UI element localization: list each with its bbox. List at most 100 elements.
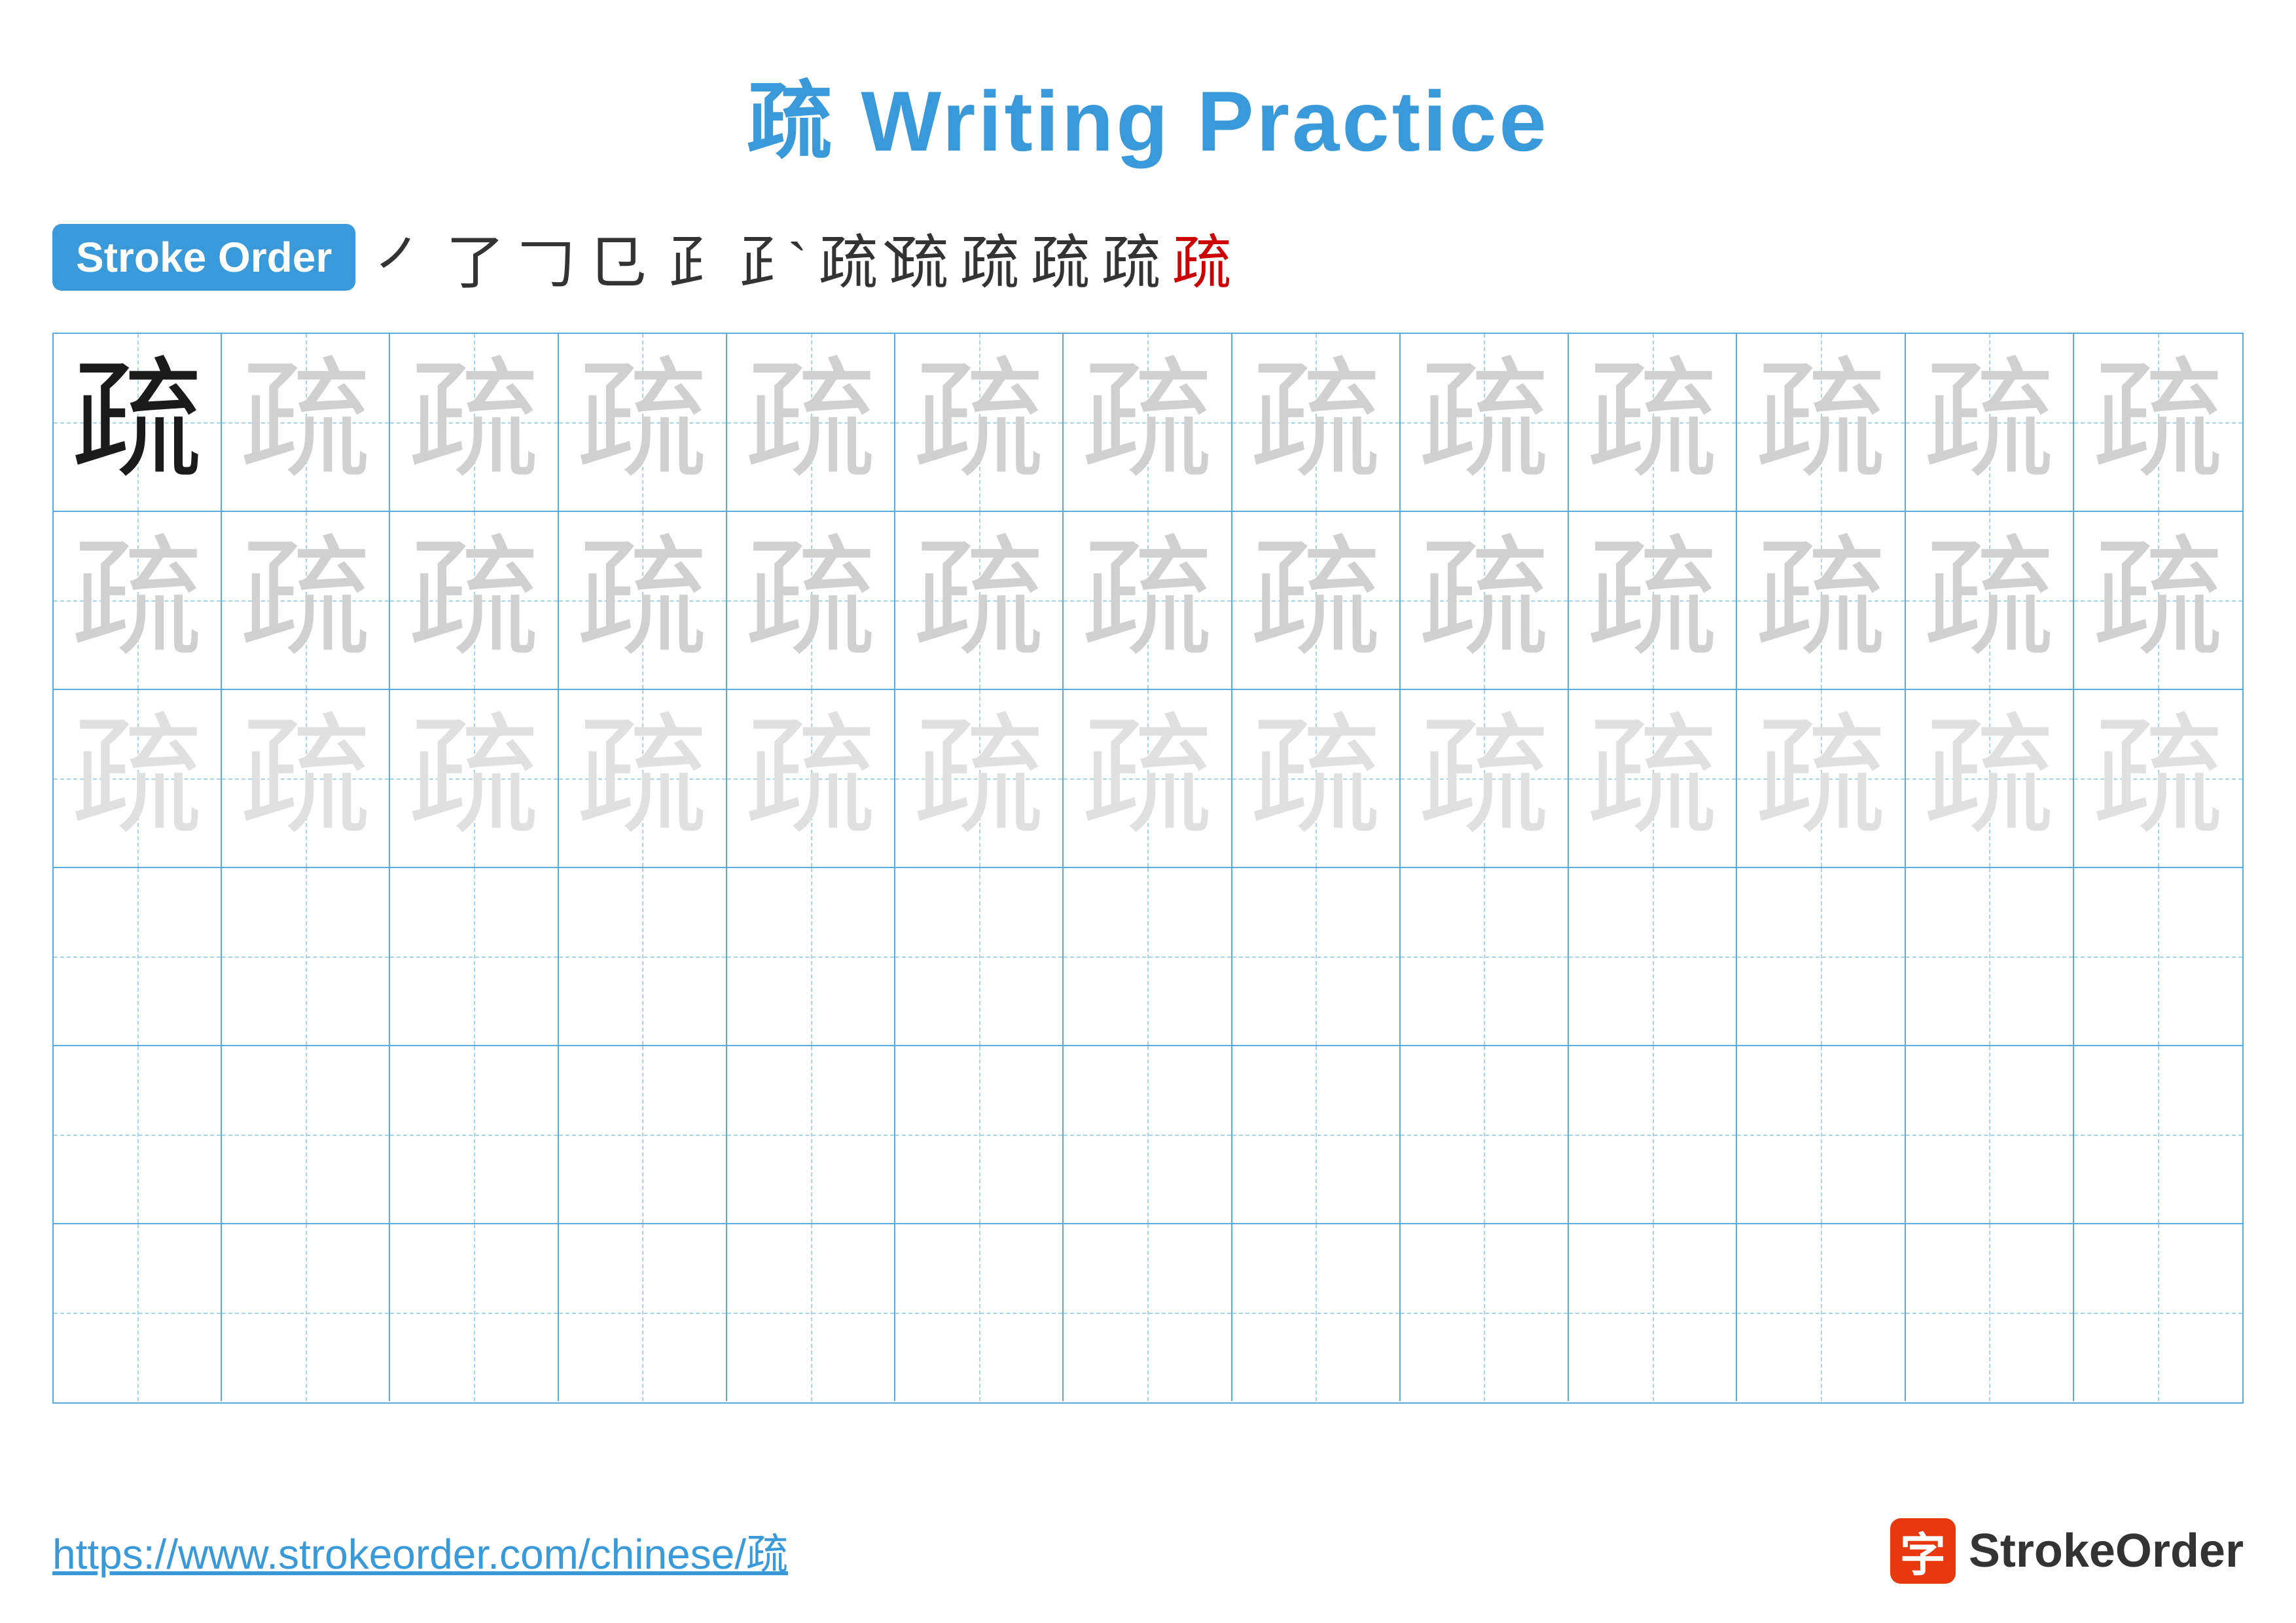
- char-light: 疏: [577, 357, 708, 488]
- char-light: 疏: [1924, 357, 2054, 488]
- grid-cell-r3-c7[interactable]: 疏: [1064, 690, 1232, 867]
- stroke-9: 疏: [960, 215, 1019, 300]
- grid-cell-r2-c1[interactable]: 疏: [54, 512, 222, 689]
- grid-cell-r6-c3[interactable]: [390, 1224, 558, 1401]
- grid-cell-r2-c13[interactable]: 疏: [2074, 512, 2242, 689]
- char-light: 疏: [240, 535, 371, 666]
- grid-cell-r5-c12[interactable]: [1906, 1046, 2074, 1223]
- grid-cell-r5-c4[interactable]: [559, 1046, 727, 1223]
- char-light: 疏: [745, 357, 876, 488]
- grid-row-3: 疏 疏 疏 疏 疏 疏 疏 疏 疏: [54, 690, 2242, 868]
- char-light: 疏: [1418, 357, 1549, 488]
- grid-cell-r6-c6[interactable]: [895, 1224, 1064, 1401]
- grid-cell-r2-c10[interactable]: 疏: [1569, 512, 1737, 689]
- footer-url-link[interactable]: https://www.strokeorder.com/chinese/疏: [52, 1521, 788, 1581]
- grid-cell-r5-c10[interactable]: [1569, 1046, 1737, 1223]
- grid-cell-r5-c8[interactable]: [1232, 1046, 1401, 1223]
- grid-cell-r2-c7[interactable]: 疏: [1064, 512, 1232, 689]
- grid-cell-r6-c9[interactable]: [1401, 1224, 1569, 1401]
- grid-cell-r2-c2[interactable]: 疏: [222, 512, 390, 689]
- grid-cell-r1-c6[interactable]: 疏: [895, 334, 1064, 511]
- stroke-11: 疏: [1102, 215, 1160, 300]
- grid-cell-r6-c8[interactable]: [1232, 1224, 1401, 1401]
- char-lighter: 疏: [2092, 713, 2223, 844]
- grid-cell-r3-c5[interactable]: 疏: [727, 690, 895, 867]
- char-lighter: 疏: [408, 713, 539, 844]
- char-lighter: 疏: [1418, 713, 1549, 844]
- grid-cell-r3-c12[interactable]: 疏: [1906, 690, 2074, 867]
- grid-cell-r4-c12[interactable]: [1906, 868, 2074, 1045]
- grid-cell-r1-c8[interactable]: 疏: [1232, 334, 1401, 511]
- char-light: 疏: [914, 357, 1045, 488]
- stroke-6: 𤴔`: [728, 215, 807, 300]
- grid-cell-r4-c7[interactable]: [1064, 868, 1232, 1045]
- grid-cell-r3-c3[interactable]: 疏: [390, 690, 558, 867]
- grid-cell-r2-c4[interactable]: 疏: [559, 512, 727, 689]
- grid-cell-r4-c8[interactable]: [1232, 868, 1401, 1045]
- grid-cell-r3-c13[interactable]: 疏: [2074, 690, 2242, 867]
- grid-cell-r1-c5[interactable]: 疏: [727, 334, 895, 511]
- grid-cell-r6-c11[interactable]: [1737, 1224, 1905, 1401]
- practice-grid: 疏 疏 疏 疏 疏 疏 疏 疏 疏: [52, 333, 2244, 1404]
- grid-cell-r2-c12[interactable]: 疏: [1906, 512, 2074, 689]
- grid-cell-r4-c4[interactable]: [559, 868, 727, 1045]
- grid-cell-r5-c6[interactable]: [895, 1046, 1064, 1223]
- grid-cell-r3-c4[interactable]: 疏: [559, 690, 727, 867]
- grid-cell-r5-c7[interactable]: [1064, 1046, 1232, 1223]
- grid-cell-r3-c1[interactable]: 疏: [54, 690, 222, 867]
- grid-cell-r1-c4[interactable]: 疏: [559, 334, 727, 511]
- grid-cell-r2-c6[interactable]: 疏: [895, 512, 1064, 689]
- grid-cell-r4-c11[interactable]: [1737, 868, 1905, 1045]
- grid-cell-r4-c1[interactable]: [54, 868, 222, 1045]
- grid-cell-r1-c12[interactable]: 疏: [1906, 334, 2074, 511]
- grid-cell-r2-c8[interactable]: 疏: [1232, 512, 1401, 689]
- grid-cell-r1-c11[interactable]: 疏: [1737, 334, 1905, 511]
- grid-cell-r2-c11[interactable]: 疏: [1737, 512, 1905, 689]
- grid-cell-r5-c2[interactable]: [222, 1046, 390, 1223]
- grid-cell-r6-c5[interactable]: [727, 1224, 895, 1401]
- grid-cell-r5-c3[interactable]: [390, 1046, 558, 1223]
- grid-cell-r1-c13[interactable]: 疏: [2074, 334, 2242, 511]
- grid-cell-r6-c13[interactable]: [2074, 1224, 2242, 1401]
- char-light: 疏: [408, 357, 539, 488]
- grid-cell-r5-c11[interactable]: [1737, 1046, 1905, 1223]
- grid-cell-r2-c3[interactable]: 疏: [390, 512, 558, 689]
- grid-cell-r4-c6[interactable]: [895, 868, 1064, 1045]
- grid-cell-r3-c10[interactable]: 疏: [1569, 690, 1737, 867]
- grid-cell-r6-c4[interactable]: [559, 1224, 727, 1401]
- grid-cell-r5-c13[interactable]: [2074, 1046, 2242, 1223]
- grid-cell-r6-c10[interactable]: [1569, 1224, 1737, 1401]
- grid-cell-r2-c9[interactable]: 疏: [1401, 512, 1569, 689]
- grid-cell-r6-c12[interactable]: [1906, 1224, 2074, 1401]
- grid-cell-r4-c2[interactable]: [222, 868, 390, 1045]
- stroke-5: 𤴔: [658, 215, 717, 300]
- char-light: 疏: [745, 535, 876, 666]
- grid-cell-r1-c2[interactable]: 疏: [222, 334, 390, 511]
- grid-cell-r4-c13[interactable]: [2074, 868, 2242, 1045]
- grid-cell-r1-c1[interactable]: 疏: [54, 334, 222, 511]
- brand-icon: 字: [1890, 1518, 1956, 1584]
- grid-row-2: 疏 疏 疏 疏 疏 疏 疏 疏 疏: [54, 512, 2242, 690]
- grid-row-1: 疏 疏 疏 疏 疏 疏 疏 疏 疏: [54, 334, 2242, 512]
- char-lighter: 疏: [1082, 713, 1213, 844]
- grid-cell-r4-c5[interactable]: [727, 868, 895, 1045]
- grid-cell-r6-c1[interactable]: [54, 1224, 222, 1401]
- grid-cell-r3-c6[interactable]: 疏: [895, 690, 1064, 867]
- grid-cell-r4-c9[interactable]: [1401, 868, 1569, 1045]
- grid-cell-r1-c7[interactable]: 疏: [1064, 334, 1232, 511]
- grid-cell-r4-c10[interactable]: [1569, 868, 1737, 1045]
- grid-cell-r6-c7[interactable]: [1064, 1224, 1232, 1401]
- grid-cell-r2-c5[interactable]: 疏: [727, 512, 895, 689]
- grid-cell-r6-c2[interactable]: [222, 1224, 390, 1401]
- grid-cell-r4-c3[interactable]: [390, 868, 558, 1045]
- grid-cell-r5-c1[interactable]: [54, 1046, 222, 1223]
- grid-cell-r5-c9[interactable]: [1401, 1046, 1569, 1223]
- grid-cell-r3-c9[interactable]: 疏: [1401, 690, 1569, 867]
- grid-cell-r3-c8[interactable]: 疏: [1232, 690, 1401, 867]
- grid-cell-r5-c5[interactable]: [727, 1046, 895, 1223]
- grid-cell-r3-c2[interactable]: 疏: [222, 690, 390, 867]
- grid-cell-r1-c10[interactable]: 疏: [1569, 334, 1737, 511]
- grid-cell-r1-c9[interactable]: 疏: [1401, 334, 1569, 511]
- grid-cell-r1-c3[interactable]: 疏: [390, 334, 558, 511]
- grid-cell-r3-c11[interactable]: 疏: [1737, 690, 1905, 867]
